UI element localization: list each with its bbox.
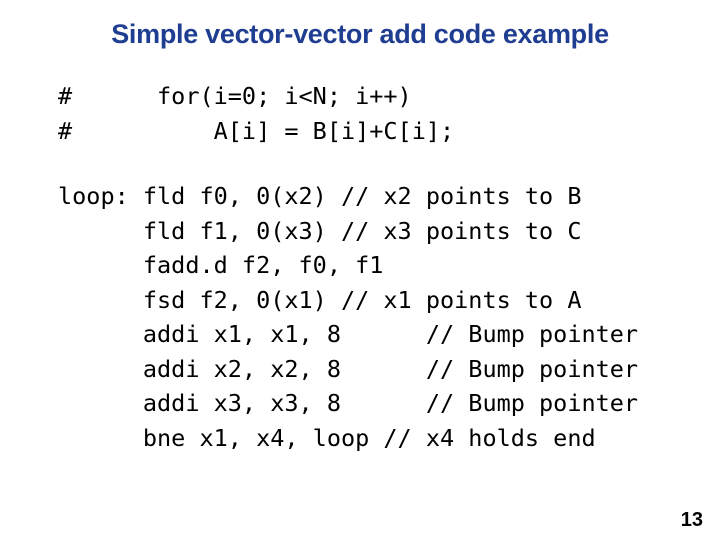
page-title: Simple vector-vector add code example — [111, 19, 609, 49]
code-spacer — [58, 148, 698, 179]
slide: Simple vector-vector add code example # … — [0, 0, 720, 540]
page-number: 13 — [680, 509, 703, 531]
code-content-area: # for(i=0; i<N; i++) # A[i] = B[i]+C[i];… — [58, 79, 698, 455]
c-source-code-block: # for(i=0; i<N; i++) # A[i] = B[i]+C[i]; — [58, 82, 455, 145]
assembly-code-block: loop: fld f0, 0(x2) // x2 points to B fl… — [58, 182, 639, 452]
